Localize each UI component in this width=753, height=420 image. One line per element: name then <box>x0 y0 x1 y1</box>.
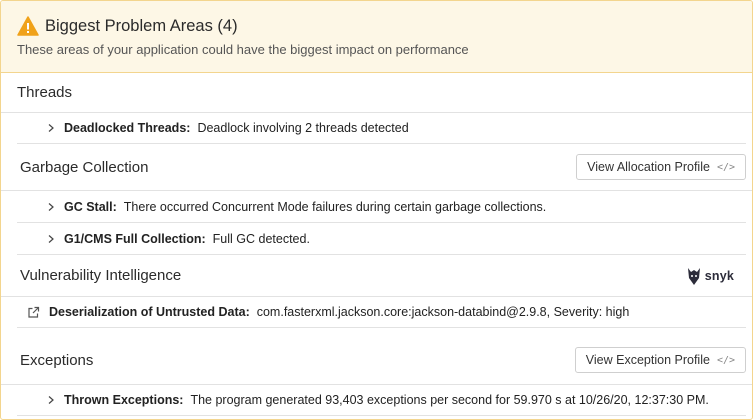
section-title-gc: Garbage Collection <box>20 158 149 176</box>
problem-label: Deadlocked Threads: <box>64 121 191 135</box>
problem-row-deserialization[interactable]: Deserialization of Untrusted Data: com.f… <box>17 297 746 328</box>
problem-text: Deadlock involving 2 threads detected <box>197 121 409 135</box>
chevron-right-icon[interactable] <box>46 395 56 405</box>
button-label: View Allocation Profile <box>587 160 710 174</box>
code-icon: </> <box>716 354 735 366</box>
problem-label: G1/CMS Full Collection: <box>64 231 206 246</box>
view-exception-profile-button[interactable]: View Exception Profile </> <box>574 347 746 373</box>
section-gc-header: Garbage Collection View Allocation Profi… <box>1 144 752 191</box>
section-vuln-header: Vulnerability Intelligence snyk <box>1 255 752 297</box>
section-threads-header: Threads <box>1 73 752 113</box>
view-allocation-profile-button[interactable]: View Allocation Profile </> <box>576 154 746 180</box>
section-title-vuln: Vulnerability Intelligence <box>20 267 182 284</box>
problem-row-deadlocked-threads[interactable]: Deadlocked Threads: Deadlock involving 2… <box>17 113 746 144</box>
problem-label: GC Stall: <box>64 199 117 214</box>
warning-icon <box>17 16 39 36</box>
external-link-icon[interactable] <box>27 306 40 319</box>
section-title-threads: Threads <box>17 84 73 101</box>
panel-subtitle: These areas of your application could ha… <box>17 42 469 57</box>
problem-text: The program generated 93,403 exceptions … <box>190 393 709 407</box>
snyk-brand: snyk <box>704 268 734 283</box>
problem-row-full-collection[interactable]: G1/CMS Full Collection: Full GC detected… <box>17 223 746 255</box>
problem-areas-panel: Biggest Problem Areas (4) These areas of… <box>0 0 753 420</box>
panel-header: Biggest Problem Areas (4) These areas of… <box>1 1 752 73</box>
problem-row-gc-stall[interactable]: GC Stall: There occurred Concurrent Mode… <box>17 191 746 223</box>
chevron-right-icon[interactable] <box>46 202 56 212</box>
section-exceptions-header: Exceptions View Exception Profile </> <box>1 328 752 385</box>
chevron-right-icon[interactable] <box>46 123 56 133</box>
section-title-exceptions: Exceptions <box>20 351 94 369</box>
button-label: View Exception Profile <box>585 353 710 367</box>
problem-label: Thrown Exceptions: <box>64 393 184 407</box>
problem-text: com.fasterxml.jackson.core:jackson-datab… <box>256 305 630 319</box>
snyk-logo-icon <box>687 267 700 285</box>
panel-title: Biggest Problem Areas (4) <box>45 16 238 35</box>
code-icon: </> <box>716 161 735 173</box>
problem-label: Deserialization of Untrusted Data: <box>49 305 250 319</box>
chevron-right-icon[interactable] <box>46 234 56 244</box>
problem-text: There occurred Concurrent Mode failures … <box>123 199 547 214</box>
problem-text: Full GC detected. <box>212 231 310 246</box>
header-title-row: Biggest Problem Areas (4) <box>17 16 736 36</box>
problem-row-thrown-exceptions[interactable]: Thrown Exceptions: The program generated… <box>17 385 746 416</box>
snyk-logo: snyk <box>687 266 734 286</box>
